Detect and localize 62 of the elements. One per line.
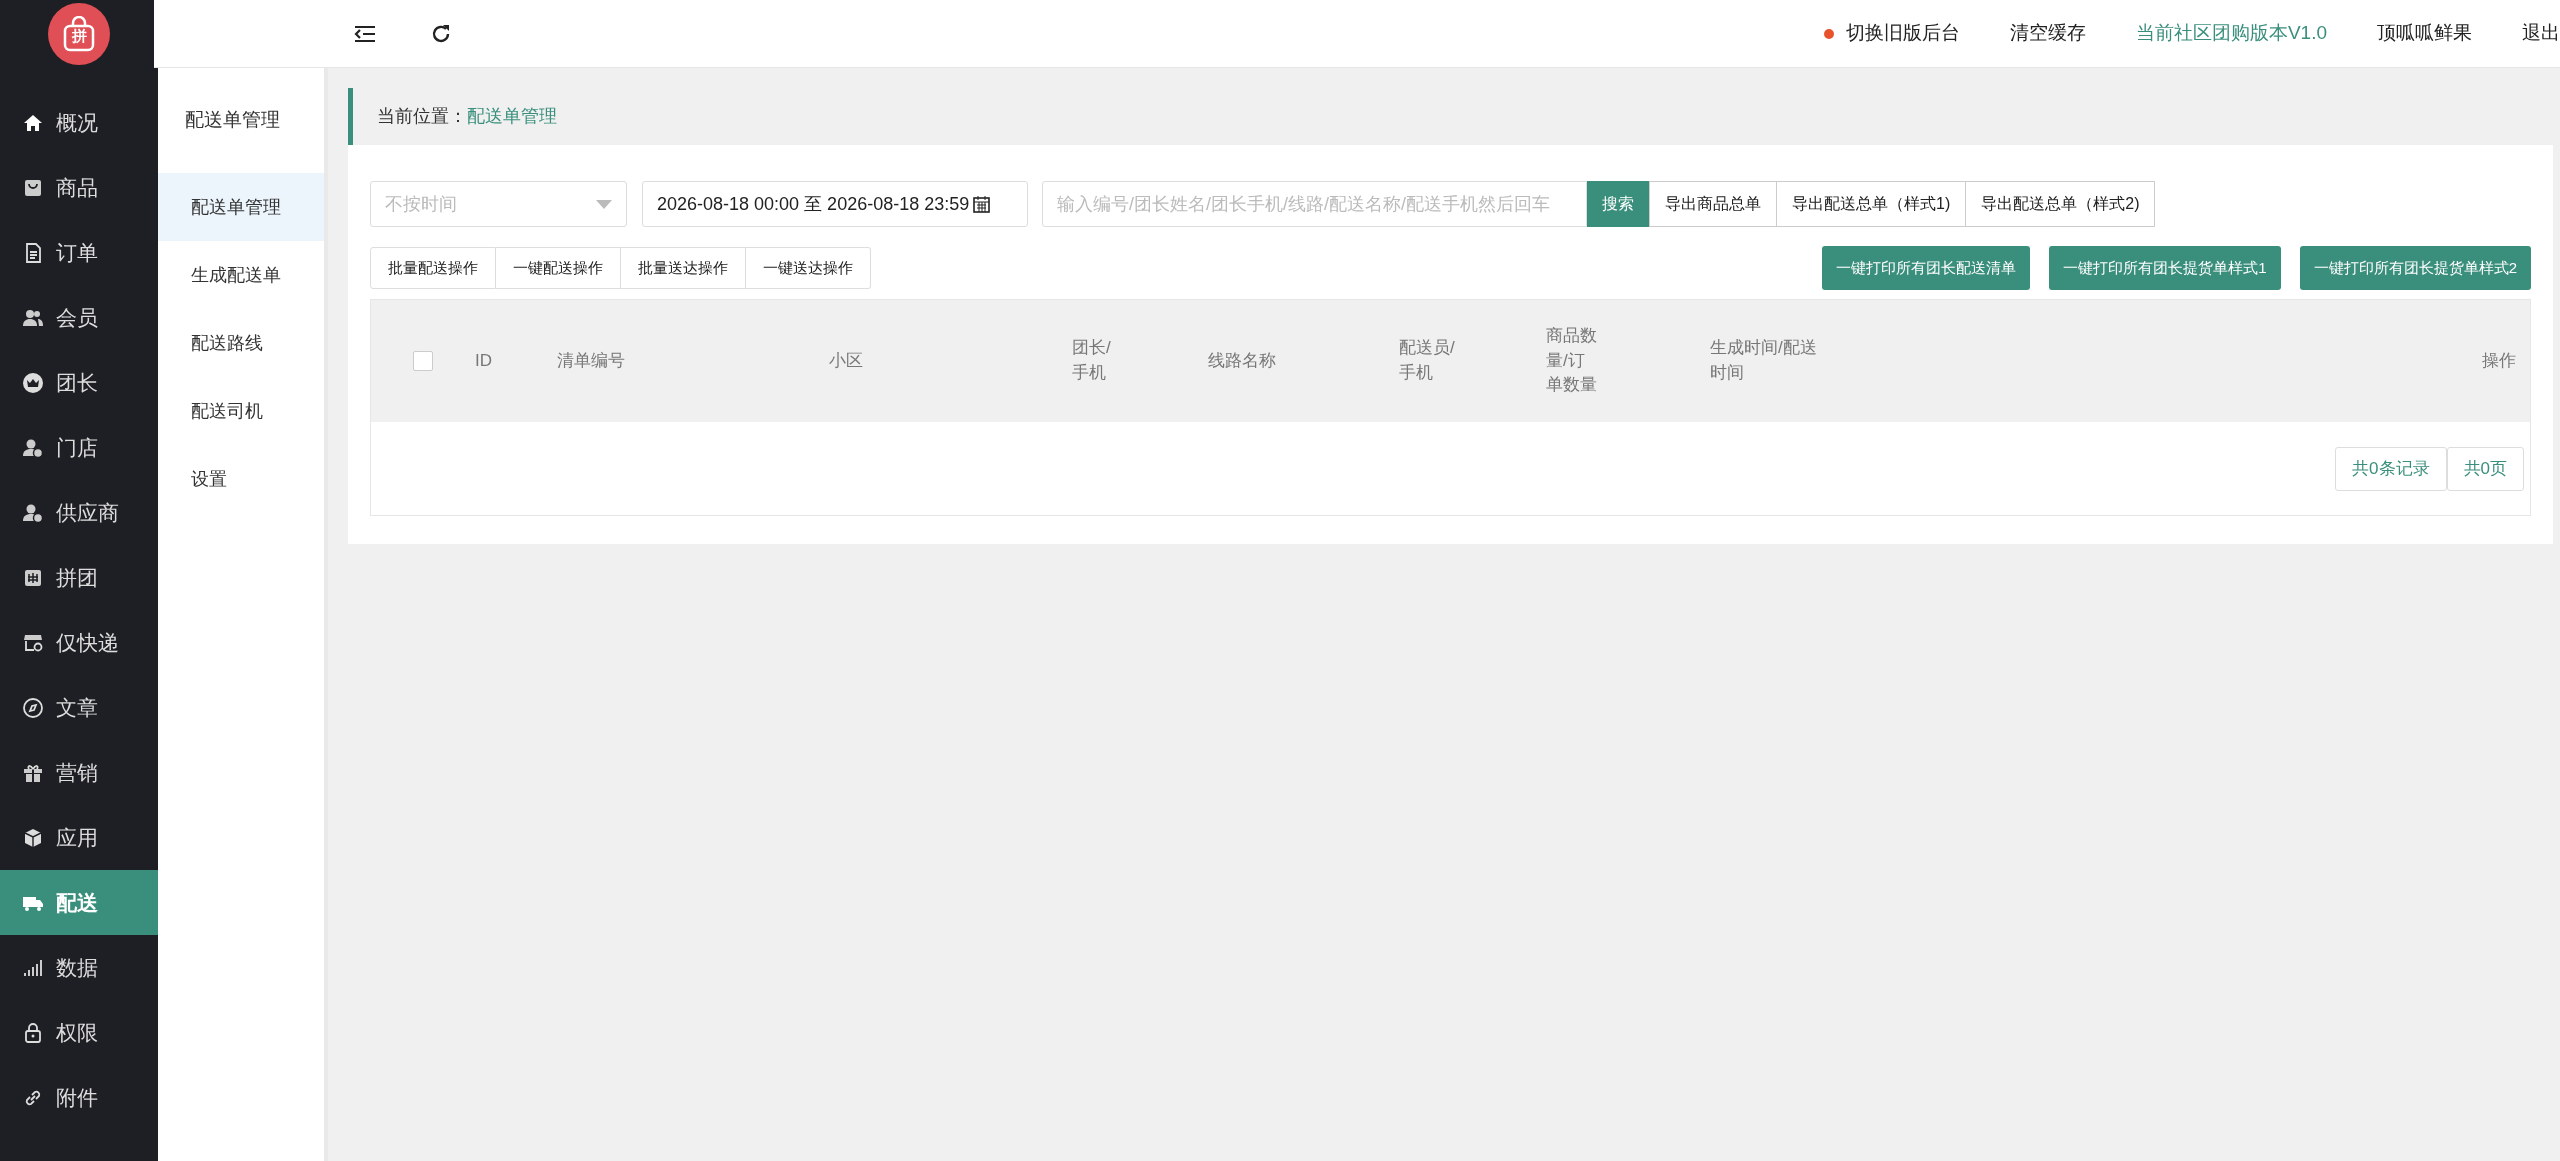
nav-item[interactable]: 附件 [0,1065,158,1130]
cube-icon [22,826,44,849]
nav-item[interactable]: 文章 [0,675,158,740]
sub-nav-item[interactable]: 配送路线 [158,309,324,377]
nav-item[interactable]: 权限 [0,1000,158,1065]
compass-icon [22,696,44,719]
lock-icon [22,1021,44,1044]
nav-item[interactable]: 订单 [0,220,158,285]
export-button[interactable]: 导出配送总单（样式1) [1777,181,1967,227]
column-header: 商品数量/订单数量 [1546,325,1598,397]
sub-sidebar-title: 配送单管理 [184,108,281,133]
nav-item[interactable]: 团长 [0,350,158,415]
sub-nav-item[interactable]: 配送司机 [158,377,324,445]
top-link[interactable]: 清空缓存 [2009,19,2086,48]
breadcrumb-label: 当前位置： [377,105,467,128]
nav-item[interactable]: 营销 [0,740,158,805]
top-link[interactable]: 顶呱呱鲜果 [2377,19,2472,48]
column-header: 小区 [829,349,863,372]
print-button[interactable]: 一键打印所有团长提货单样式1 [2049,246,2281,290]
pagination-info: 共0页 [2446,446,2524,491]
top-link[interactable]: 切换旧版后台 [1823,19,1960,48]
nav-item[interactable]: 概况 [0,90,158,155]
search-field[interactable]: 输入编号/团长姓名/团长手机/线路/配送名称/配送手机然后回车 [1042,181,1587,227]
column-header: ID [475,349,492,372]
select-all-checkbox[interactable] [413,351,433,371]
breadcrumb-link[interactable]: 配送单管理 [467,103,557,130]
date-range-field[interactable]: 2026-08-18 00:00 至 2026-08-18 23:59 [642,181,1028,227]
sub-nav-item[interactable]: 配送单管理 [158,173,324,241]
column-header: 团长/手机 [1072,337,1112,384]
nav-item[interactable]: 供应商 [0,480,158,545]
nav-item[interactable]: 数据 [0,935,158,1000]
nav-item[interactable]: 会员 [0,285,158,350]
batch-action-button[interactable]: 一键配送操作 [496,247,621,289]
nav-item[interactable]: 拼团 [0,545,158,610]
print-button[interactable]: 一键打印所有团长配送清单 [1822,246,2031,290]
search-button[interactable]: 搜索 [1587,181,1649,227]
export-button[interactable]: 导出商品总单 [1649,181,1777,227]
nav-item[interactable]: 仅快递 [0,610,158,675]
crown-icon [22,371,44,394]
calendar-icon [973,195,991,213]
version-link[interactable]: 当前社区团购版本V1.0 [2135,19,2327,48]
dropdown-caret-icon [596,199,612,209]
sub-nav-item[interactable]: 设置 [158,445,324,513]
batch-action-button[interactable]: 批量送达操作 [621,247,746,289]
column-header: 生成时间/配送时间 [1710,337,1818,384]
nav-item[interactable]: 商品 [0,155,158,220]
column-header: 线路名称 [1208,349,1276,372]
column-header: 操作 [2482,349,2516,372]
print-button[interactable]: 一键打印所有团长提货单样式2 [2299,246,2531,290]
nav-item[interactable]: 应用 [0,805,158,870]
sub-nav-item[interactable]: 生成配送单 [158,241,324,309]
column-header: 配送员/手机 [1399,337,1456,384]
batch-action-button[interactable]: 一键送达操作 [746,247,871,289]
column-header: 清单编号 [557,349,625,372]
batch-action-button[interactable]: 批量配送操作 [370,247,496,289]
pagination-info: 共0条记录 [2335,446,2447,491]
top-link[interactable]: 退出 [2522,19,2560,48]
search-input: 输入编号/团长姓名/团长手机/线路/配送名称/配送手机然后回车 [1057,190,1572,218]
export-button[interactable]: 导出配送总单（样式2) [1966,181,2156,227]
nav-item[interactable]: 门店 [0,415,158,480]
logo: 拼 [48,3,110,65]
nav-item[interactable]: 配送 [0,870,158,935]
